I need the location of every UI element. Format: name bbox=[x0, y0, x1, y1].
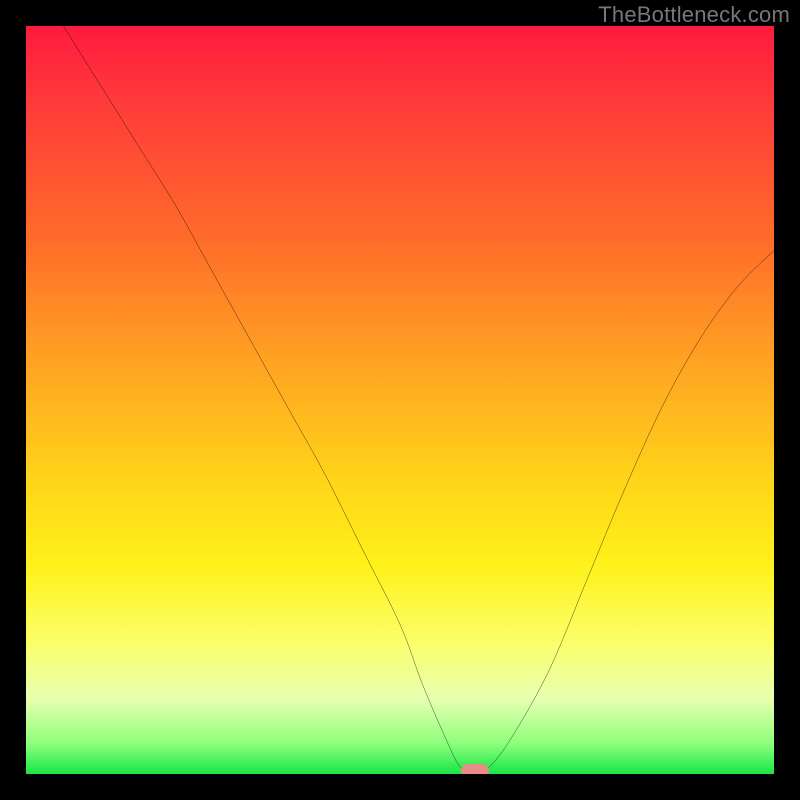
plot-area bbox=[26, 26, 774, 774]
bottleneck-curve bbox=[26, 26, 774, 774]
optimal-point-marker bbox=[461, 764, 489, 774]
chart-frame: TheBottleneck.com bbox=[0, 0, 800, 800]
watermark-text: TheBottleneck.com bbox=[598, 2, 790, 28]
curve-path bbox=[63, 26, 774, 774]
